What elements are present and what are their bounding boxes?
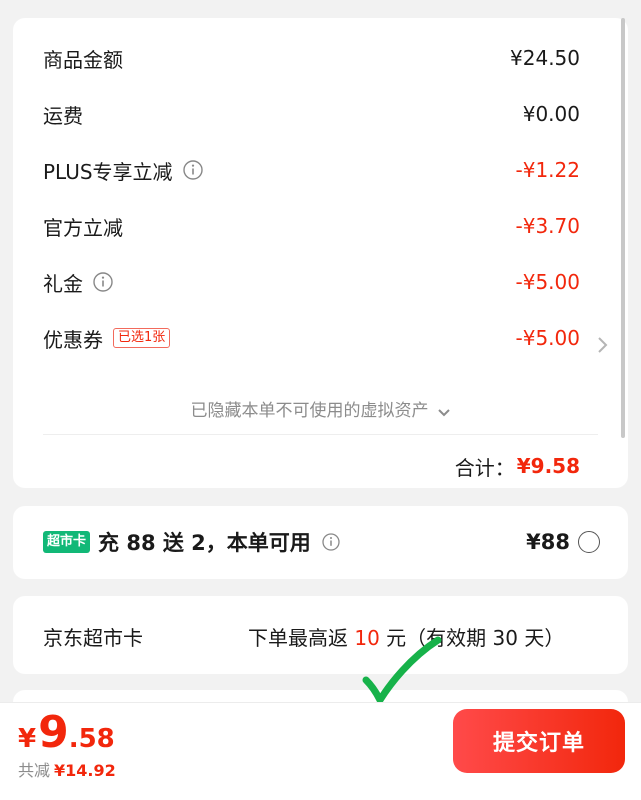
total-value: ¥9.58: [516, 454, 580, 478]
submit-order-button[interactable]: 提交订单: [453, 709, 625, 773]
saved-amount: 共减 ¥14.92: [18, 757, 116, 781]
saved-label: 共减: [18, 761, 51, 780]
coupon-selected-tag: 已选1张: [113, 328, 171, 348]
bottom-bar: ¥ 9 .58 共减 ¥14.92 提交订单: [0, 702, 641, 800]
pay-integer: 9: [38, 707, 69, 758]
scrollbar[interactable]: [621, 18, 625, 438]
hidden-assets-text: 已隐藏本单不可使用的虚拟资产: [190, 400, 429, 421]
supermarket-card-price: ¥88: [526, 530, 570, 554]
pay-decimal: .58: [68, 724, 115, 754]
coupon-value: -¥5.00: [515, 326, 580, 350]
shipping-row: 运费 ¥0.00: [43, 94, 580, 134]
info-icon[interactable]: [321, 532, 341, 552]
goods-amount-value: ¥24.50: [510, 46, 580, 70]
goods-amount-row: 商品金额 ¥24.50: [43, 38, 580, 78]
supermarket-card-offer[interactable]: 超市卡 充 88 送 2，本单可用 ¥88: [13, 506, 628, 579]
goods-amount-label: 商品金额: [43, 47, 123, 72]
chevron-right-icon[interactable]: [596, 334, 610, 356]
supermarket-card-badge: 超市卡: [43, 531, 91, 553]
jd-supermarket-card: 京东超市卡 下单最高返 10 元（有效期 30 天）: [13, 596, 628, 674]
info-icon[interactable]: [182, 160, 203, 180]
shipping-value: ¥0.00: [522, 102, 580, 126]
gift-money-value: -¥5.00: [515, 270, 580, 294]
pay-currency: ¥: [18, 724, 37, 754]
official-discount-value: -¥3.70: [515, 214, 580, 238]
jd-card-desc-prefix: 下单最高返: [248, 625, 355, 650]
info-icon[interactable]: [93, 272, 113, 292]
chevron-down-icon: [437, 403, 451, 417]
gift-money-row: 礼金 -¥5.00: [43, 262, 580, 302]
total-label: 合计：: [454, 455, 515, 480]
price-summary-card: 商品金额 ¥24.50 运费 ¥0.00 PLUS专享立减 -¥1.22 官方立…: [13, 18, 628, 488]
total-row: 合计： ¥9.58: [455, 446, 580, 486]
official-discount-row: 官方立减 -¥3.70: [43, 206, 580, 246]
official-discount-label: 官方立减: [43, 215, 123, 240]
plus-discount-value: -¥1.22: [515, 158, 580, 182]
plus-discount-label: PLUS专享立减: [43, 159, 173, 184]
shipping-label: 运费: [43, 103, 83, 128]
checkmark-icon: [360, 636, 442, 708]
saved-value: ¥14.92: [54, 761, 116, 780]
divider: [43, 434, 598, 435]
pay-amount: ¥ 9 .58: [18, 707, 115, 758]
hidden-assets-toggle[interactable]: 已隐藏本单不可使用的虚拟资产: [43, 388, 598, 428]
plus-discount-row: PLUS专享立减 -¥1.22: [43, 150, 580, 190]
supermarket-card-title: 充 88 送 2，本单可用: [98, 531, 311, 555]
jd-card-label: 京东超市卡: [43, 625, 143, 650]
order-confirm-page: 商品金额 ¥24.50 运费 ¥0.00 PLUS专享立减 -¥1.22 官方立…: [0, 0, 641, 800]
coupon-row[interactable]: 优惠券 已选1张 -¥5.00: [43, 318, 580, 358]
coupon-label: 优惠券: [43, 327, 103, 352]
radio-icon[interactable]: [578, 531, 600, 553]
gift-money-label: 礼金: [43, 271, 83, 296]
